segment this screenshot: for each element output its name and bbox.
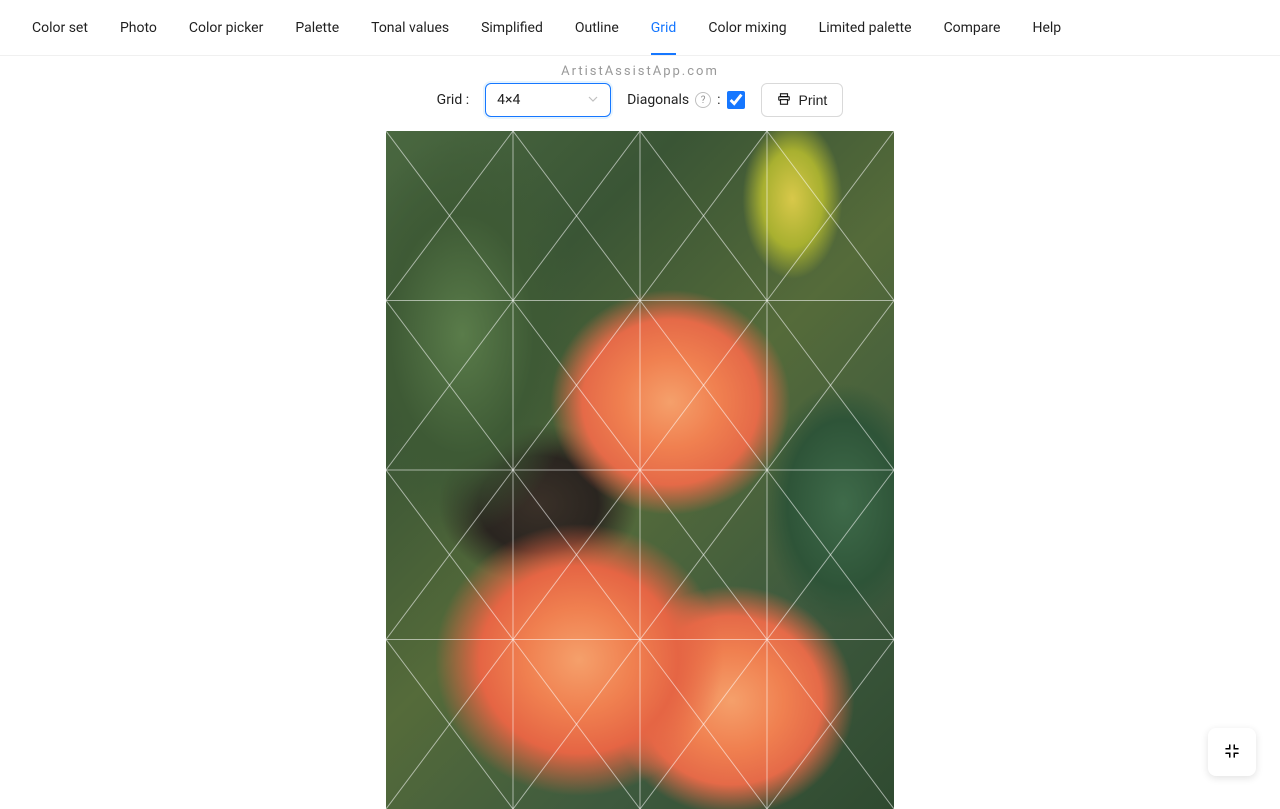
canvas-wrap: [0, 131, 1280, 809]
grid-size-value: 4×4: [497, 92, 520, 108]
tab-help[interactable]: Help: [1032, 8, 1061, 48]
tab-limited-palette[interactable]: Limited palette: [819, 8, 912, 48]
print-button-label: Print: [799, 92, 828, 108]
fullscreen-exit-button[interactable]: [1208, 728, 1256, 776]
tab-tonal-values[interactable]: Tonal values: [371, 8, 449, 48]
tab-photo[interactable]: Photo: [120, 8, 157, 48]
tab-color-set[interactable]: Color set: [32, 8, 88, 48]
diagonals-label: Diagonals: [627, 92, 689, 108]
tab-compare[interactable]: Compare: [944, 8, 1001, 48]
help-icon[interactable]: ?: [695, 92, 711, 108]
grid-size-select[interactable]: 4×4: [485, 83, 611, 117]
print-icon: [777, 92, 791, 109]
tab-color-picker[interactable]: Color picker: [189, 8, 263, 48]
chevron-down-icon: [587, 93, 599, 108]
photo-canvas[interactable]: [386, 131, 894, 809]
tab-outline[interactable]: Outline: [575, 8, 619, 48]
grid-toolbar: Grid : 4×4 Diagonals ? : Print: [0, 75, 1280, 131]
print-button[interactable]: Print: [761, 83, 844, 117]
diagonals-checkbox[interactable]: [727, 91, 745, 109]
grid-select-label: Grid :: [437, 92, 469, 108]
tab-grid[interactable]: Grid: [651, 8, 677, 48]
fullscreen-exit-icon: [1223, 742, 1241, 763]
tab-palette[interactable]: Palette: [295, 8, 339, 48]
tab-simplified[interactable]: Simplified: [481, 8, 543, 48]
diagonals-colon: :: [717, 92, 720, 108]
tab-color-mixing[interactable]: Color mixing: [708, 8, 786, 48]
top-tabs: Color set Photo Color picker Palette Tonal v…: [0, 0, 1280, 56]
diagonals-group: Diagonals ? :: [627, 91, 744, 109]
reference-photo: [386, 131, 894, 809]
